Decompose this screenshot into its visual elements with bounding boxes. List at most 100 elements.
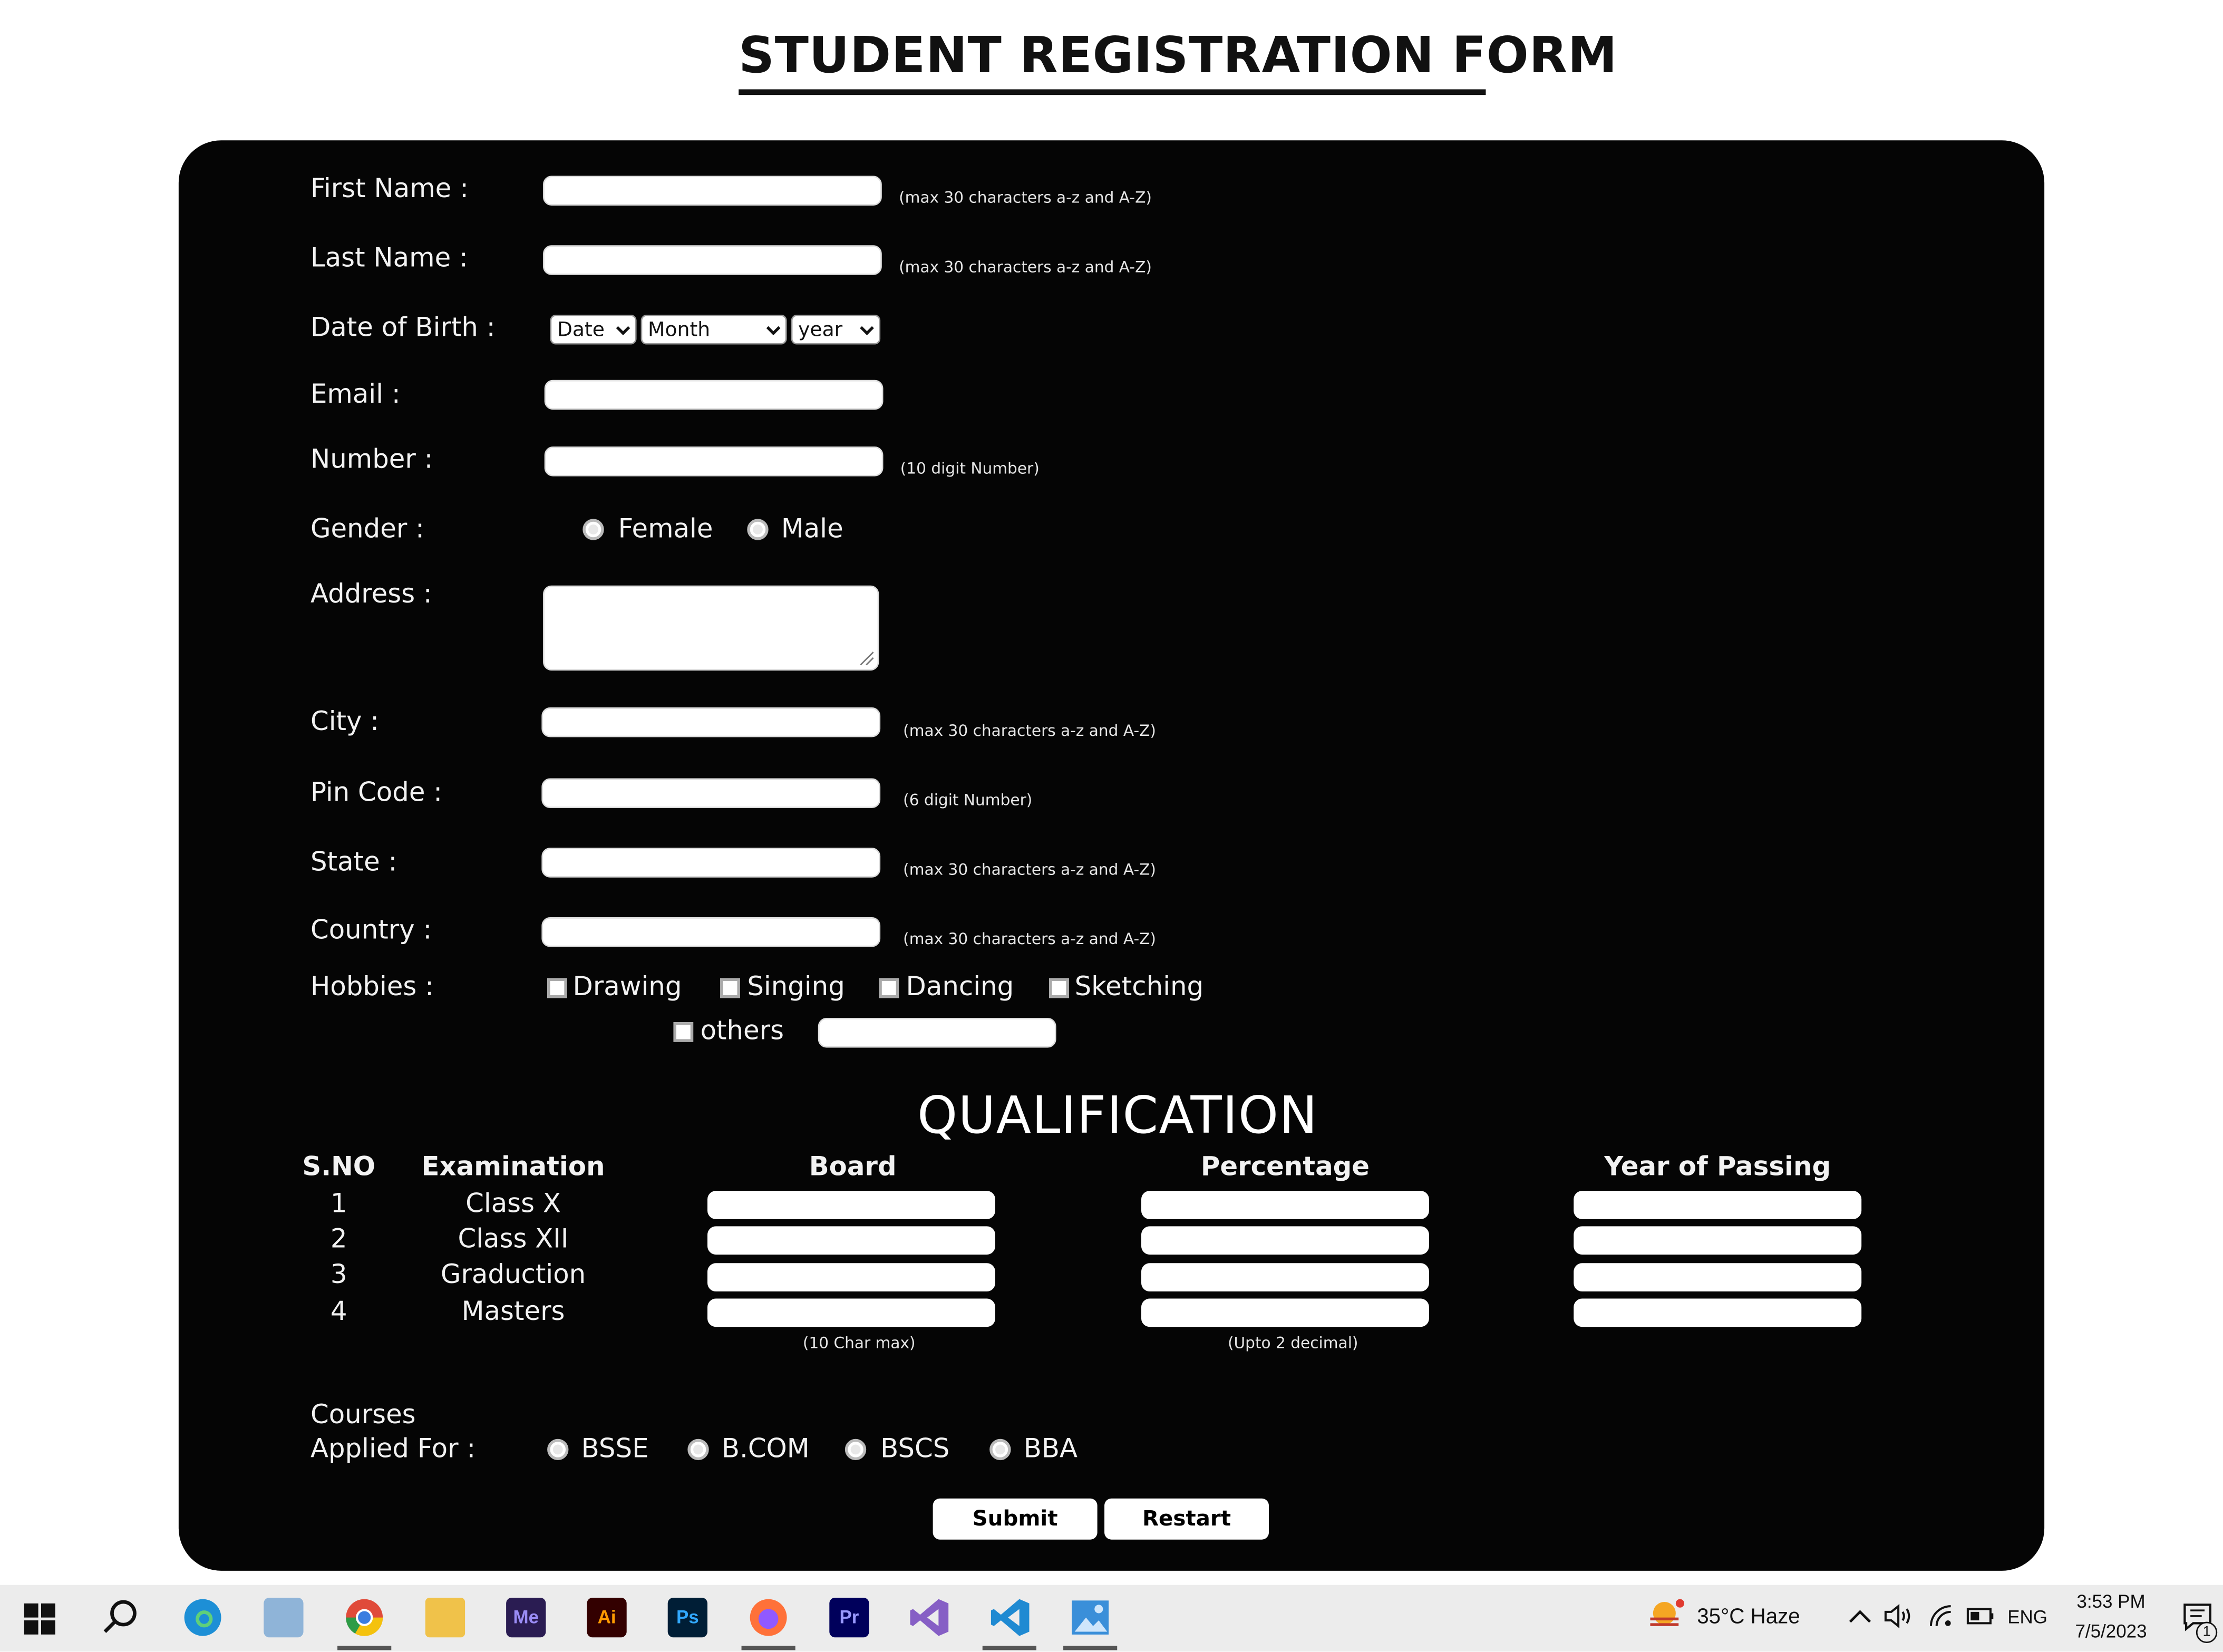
gender-male-radio[interactable] [747, 519, 769, 540]
courses-label-line2: Applied For : [310, 1434, 476, 1465]
resize-handle-icon[interactable] [858, 649, 875, 666]
illustrator-icon[interactable]: Ai [587, 1597, 627, 1638]
battery-icon[interactable] [1966, 1608, 1995, 1625]
city-hint: (max 30 characters a-z and A-Z) [903, 721, 1156, 740]
number-input[interactable] [544, 446, 884, 477]
photos-icon[interactable] [1070, 1598, 1110, 1637]
row-2-board-input[interactable] [707, 1226, 995, 1255]
volume-icon[interactable] [1884, 1604, 1915, 1629]
course-bsse-radio[interactable] [547, 1439, 569, 1461]
dob-year-select[interactable]: year [791, 315, 881, 345]
col-sno-header: S.NO [302, 1152, 376, 1182]
row-1-year-input[interactable] [1574, 1191, 1862, 1219]
row-3-year-input[interactable] [1574, 1263, 1862, 1292]
photoshop-icon[interactable]: Ps [667, 1597, 708, 1638]
dob-date-select[interactable]: Date [550, 315, 637, 345]
hobby-drawing-checkbox[interactable] [547, 978, 567, 998]
row-4-percentage-input[interactable] [1141, 1298, 1429, 1327]
pin-code-input[interactable] [541, 778, 881, 808]
dob-label: Date of Birth : [310, 313, 496, 343]
chevron-up-icon[interactable] [1849, 1608, 1871, 1625]
hobby-dancing-label: Dancing [906, 972, 1014, 1003]
row-3-percentage-input[interactable] [1141, 1263, 1429, 1292]
search-icon[interactable] [102, 1599, 139, 1636]
email-input[interactable] [544, 380, 884, 410]
row-3-board-input[interactable] [707, 1263, 995, 1292]
city-label: City : [310, 707, 380, 737]
page-title: STUDENT REGISTRATION FORM [739, 25, 1617, 95]
col-examination-header: Examination [421, 1152, 605, 1182]
row-1-exam: Class X [465, 1189, 561, 1219]
restart-button[interactable]: Restart [1104, 1498, 1269, 1540]
country-label: Country : [310, 916, 432, 946]
country-input[interactable] [541, 917, 881, 947]
number-hint: (10 digit Number) [900, 459, 1040, 478]
row-4-year-input[interactable] [1574, 1298, 1862, 1327]
city-input[interactable] [541, 707, 881, 737]
row-4-exam: Masters [461, 1297, 565, 1327]
chrome-icon[interactable] [345, 1598, 384, 1637]
number-label: Number : [310, 445, 433, 475]
gender-male-label: Male [781, 514, 843, 545]
hobby-others-input[interactable] [818, 1017, 1056, 1048]
chrome-active-indicator [337, 1646, 392, 1650]
address-textarea[interactable] [543, 585, 879, 671]
first-name-label: First Name : [310, 174, 469, 205]
premiere-icon[interactable]: Pr [829, 1597, 869, 1638]
last-name-input[interactable] [543, 245, 882, 275]
address-label: Address : [310, 579, 432, 610]
visual-studio-icon[interactable] [909, 1596, 952, 1639]
vscode-icon[interactable] [989, 1596, 1032, 1639]
hobby-dancing-checkbox[interactable] [879, 978, 899, 998]
chevron-down-icon [616, 321, 630, 335]
gender-label: Gender : [310, 514, 424, 545]
language-indicator[interactable]: ENG [2007, 1606, 2047, 1627]
wifi-icon[interactable] [1928, 1604, 1954, 1629]
firefox-icon[interactable] [749, 1598, 788, 1637]
dob-date-value: Date [557, 319, 605, 342]
chevron-down-icon [860, 321, 874, 335]
row-2-year-input[interactable] [1574, 1226, 1862, 1255]
course-bba-radio[interactable] [989, 1439, 1011, 1461]
row-1-board-input[interactable] [707, 1191, 995, 1219]
folder-icon[interactable] [425, 1597, 465, 1638]
submit-button[interactable]: Submit [933, 1498, 1098, 1540]
state-input[interactable] [541, 848, 881, 878]
weather-haze-icon[interactable] [1645, 1596, 1687, 1636]
course-bcom-label: B.COM [721, 1434, 810, 1465]
edge-icon[interactable] [183, 1598, 222, 1637]
course-bcom-radio[interactable] [687, 1439, 709, 1461]
dob-year-value: year [798, 319, 843, 342]
hobby-others-label: others [700, 1016, 784, 1046]
chevron-down-icon [766, 321, 781, 335]
percentage-hint: (Upto 2 decimal) [1227, 1334, 1358, 1353]
windows-icon[interactable] [24, 1603, 55, 1635]
row-2-percentage-input[interactable] [1141, 1226, 1429, 1255]
dob-month-select[interactable]: Month [640, 315, 787, 345]
row-4-board-input[interactable] [707, 1298, 995, 1327]
email-label: Email : [310, 380, 401, 410]
gender-female-radio[interactable] [583, 519, 604, 540]
courses-label-line1: Courses [310, 1401, 416, 1431]
state-label: State : [310, 848, 397, 878]
computer-icon[interactable] [264, 1597, 304, 1638]
vscode-active-indicator [982, 1646, 1036, 1650]
last-name-hint: (max 30 characters a-z and A-Z) [899, 258, 1152, 277]
row-1-percentage-input[interactable] [1141, 1191, 1429, 1219]
hobby-others-checkbox[interactable] [673, 1022, 694, 1042]
hobby-singing-checkbox[interactable] [720, 978, 740, 998]
last-name-label: Last Name : [310, 244, 468, 274]
course-bscs-label: BSCS [880, 1434, 950, 1465]
clock-date[interactable]: 7/5/2023 [2067, 1620, 2155, 1641]
first-name-input[interactable] [543, 176, 882, 206]
row-3-exam: Graduction [440, 1260, 586, 1290]
weather-text[interactable]: 35°C Haze [1697, 1605, 1800, 1629]
pin-code-hint: (6 digit Number) [903, 791, 1033, 810]
clock-time[interactable]: 3:53 PM [2067, 1591, 2155, 1612]
row-3-sno: 3 [330, 1260, 347, 1290]
row-1-sno: 1 [330, 1189, 347, 1219]
media-encoder-icon[interactable]: Me [506, 1597, 546, 1638]
course-bscs-radio[interactable] [844, 1439, 867, 1461]
hobby-sketching-checkbox[interactable] [1049, 978, 1069, 998]
row-4-sno: 4 [330, 1297, 347, 1327]
